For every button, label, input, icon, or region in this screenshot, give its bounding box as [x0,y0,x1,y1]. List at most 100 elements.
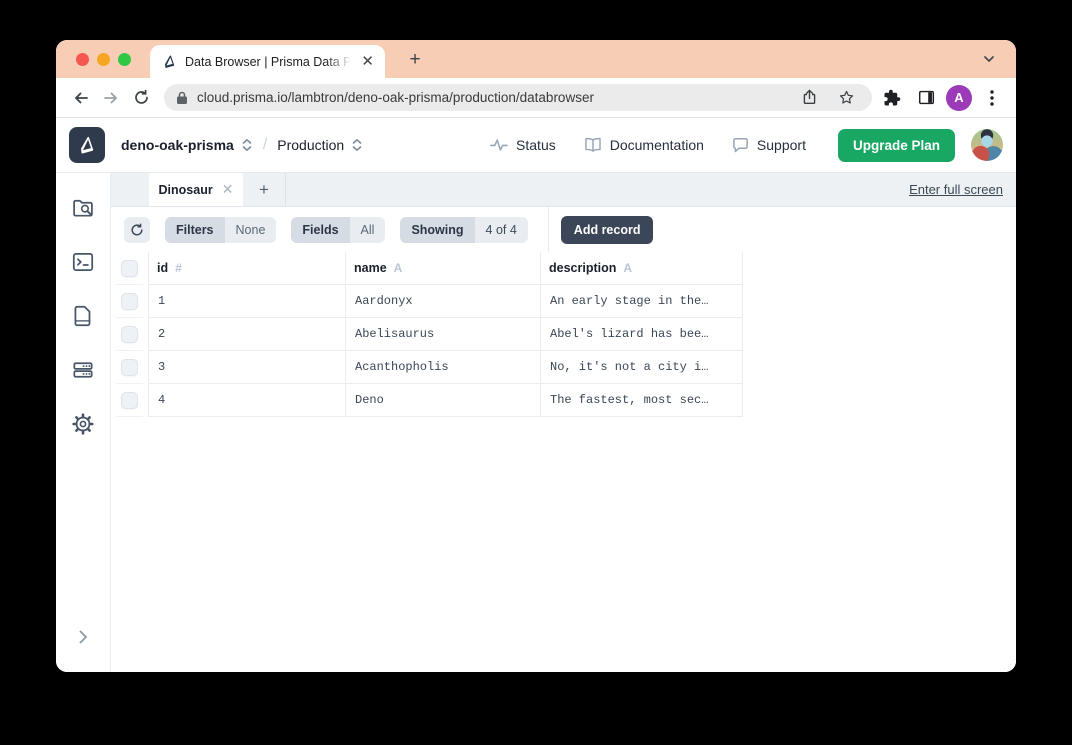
book-icon [585,137,601,152]
cell-name[interactable]: Deno [345,384,540,416]
nav-documentation[interactable]: Documentation [584,137,704,153]
nav-support[interactable]: Support [732,137,806,153]
share-icon[interactable] [795,84,823,112]
bookmark-star-icon[interactable] [832,84,860,112]
minimize-window-button[interactable] [97,53,110,66]
table-header-row: id # name A description A [111,252,1016,285]
back-button[interactable] [66,83,96,113]
chat-bubble-icon [733,137,748,153]
add-model-tab-button[interactable]: + [243,173,285,206]
sidebar-item-data-browser[interactable] [70,194,97,221]
environment-name: Production [277,137,345,153]
url-text: cloud.prisma.io/lambtron/deno-oak-prisma… [197,90,594,105]
extensions-puzzle-icon[interactable] [878,84,906,112]
nav-status[interactable]: Status [490,137,556,153]
tab-search-chevron-icon[interactable] [982,52,996,66]
column-header-name[interactable]: name A [345,252,540,284]
fields-label: Fields [291,216,350,243]
chevron-right-icon [79,630,87,644]
tab-bar-divider [285,173,286,206]
add-record-button[interactable]: Add record [560,215,654,244]
column-header-id[interactable]: id # [148,252,345,284]
sidebar-item-docs[interactable] [70,302,97,329]
cell-id[interactable]: 1 [148,285,345,317]
sidebar-item-console[interactable] [70,248,97,275]
new-tab-button[interactable]: + [403,48,427,72]
fields-control[interactable]: Fields All [291,216,386,243]
unfold-icon [352,139,362,151]
expand-sidebar-button[interactable] [75,629,91,645]
table-row: 4 Deno The fastest, most sec… [111,384,1016,417]
upgrade-plan-button[interactable]: Upgrade Plan [837,128,955,162]
browser-tab[interactable]: Data Browser | Prisma Data Pla ✕ [150,45,385,78]
model-tab-close-icon[interactable]: ✕ [222,181,234,198]
sidebar-item-settings[interactable] [70,410,97,437]
int-type-icon: # [175,261,182,275]
cell-description[interactable]: An early stage in the… [540,285,743,317]
cell-description[interactable]: The fastest, most sec… [540,384,743,416]
model-tab-bar: Dinosaur ✕ + Enter full screen [111,173,1016,207]
document-icon [74,305,91,326]
tab-close-icon[interactable]: ✕ [359,54,376,69]
app-header: deno-oak-prisma / Production Status Docu… [56,118,1016,173]
reload-button[interactable] [126,83,156,113]
enter-full-screen-link[interactable]: Enter full screen [909,182,1003,197]
data-table: id # name A description A 1 Aardonyx An … [111,252,1016,672]
table-row: 2 Abelisaurus Abel's lizard has bee… [111,318,1016,351]
url-bar[interactable]: cloud.prisma.io/lambtron/deno-oak-prisma… [164,84,872,111]
refresh-icon [131,222,143,236]
row-select-cell [116,351,143,384]
kebab-menu-icon[interactable] [978,84,1006,112]
cell-name[interactable]: Abelisaurus [345,318,540,350]
row-select-cell [116,384,143,417]
cell-description[interactable]: No, it's not a city i… [540,351,743,383]
action-bar-divider [547,207,549,252]
showing-control[interactable]: Showing 4 of 4 [400,216,528,243]
cell-name[interactable]: Acanthopholis [345,351,540,383]
table-body: 1 Aardonyx An early stage in the… 2 Abel… [111,285,1016,417]
project-selector[interactable]: deno-oak-prisma [121,137,253,153]
column-header-description[interactable]: description A [540,252,743,284]
user-avatar[interactable] [971,129,1003,161]
forward-button[interactable] [96,83,126,113]
sidebar-item-schema[interactable] [70,356,97,383]
row-checkbox[interactable] [121,358,138,376]
browser-tab-title: Data Browser | Prisma Data Pla [185,54,352,69]
cell-id[interactable]: 3 [148,351,345,383]
side-panel-icon[interactable] [912,84,940,112]
unfold-icon [242,139,252,151]
select-all-checkbox[interactable] [121,259,138,277]
cell-description[interactable]: Abel's lizard has bee… [540,318,743,350]
chrome-profile-avatar[interactable]: A [946,84,972,111]
cell-id[interactable]: 2 [148,318,345,350]
model-tab-label: Dinosaur [158,182,213,197]
action-bar: Filters None Fields All Showing 4 of 4 A… [111,207,1016,252]
close-window-button[interactable] [76,53,89,66]
project-name: deno-oak-prisma [121,137,234,153]
environment-selector[interactable]: Production [277,137,363,153]
folder-search-icon [73,199,93,217]
cell-name[interactable]: Aardonyx [345,285,540,317]
filters-control[interactable]: Filters None [165,216,277,243]
row-checkbox[interactable] [121,391,138,409]
table-row: 1 Aardonyx An early stage in the… [111,285,1016,318]
pulse-icon [490,139,508,151]
string-type-icon: A [623,261,633,275]
lock-icon [176,91,188,105]
prisma-logo[interactable] [69,127,105,163]
row-checkbox[interactable] [121,292,138,310]
browser-window: Data Browser | Prisma Data Pla ✕ + cloud… [56,40,1016,672]
window-controls [76,53,131,66]
model-tab-dinosaur[interactable]: Dinosaur ✕ [149,173,243,206]
filters-label: Filters [165,216,225,243]
row-checkbox[interactable] [121,325,138,343]
cell-id[interactable]: 4 [148,384,345,416]
row-select-cell [116,318,143,351]
gear-icon [72,412,94,435]
breadcrumb-separator: / [262,136,268,153]
row-select-cell [116,285,143,318]
showing-label: Showing [400,216,475,243]
zoom-window-button[interactable] [118,53,131,66]
prisma-favicon-icon [162,54,177,69]
refresh-button[interactable] [124,216,150,243]
